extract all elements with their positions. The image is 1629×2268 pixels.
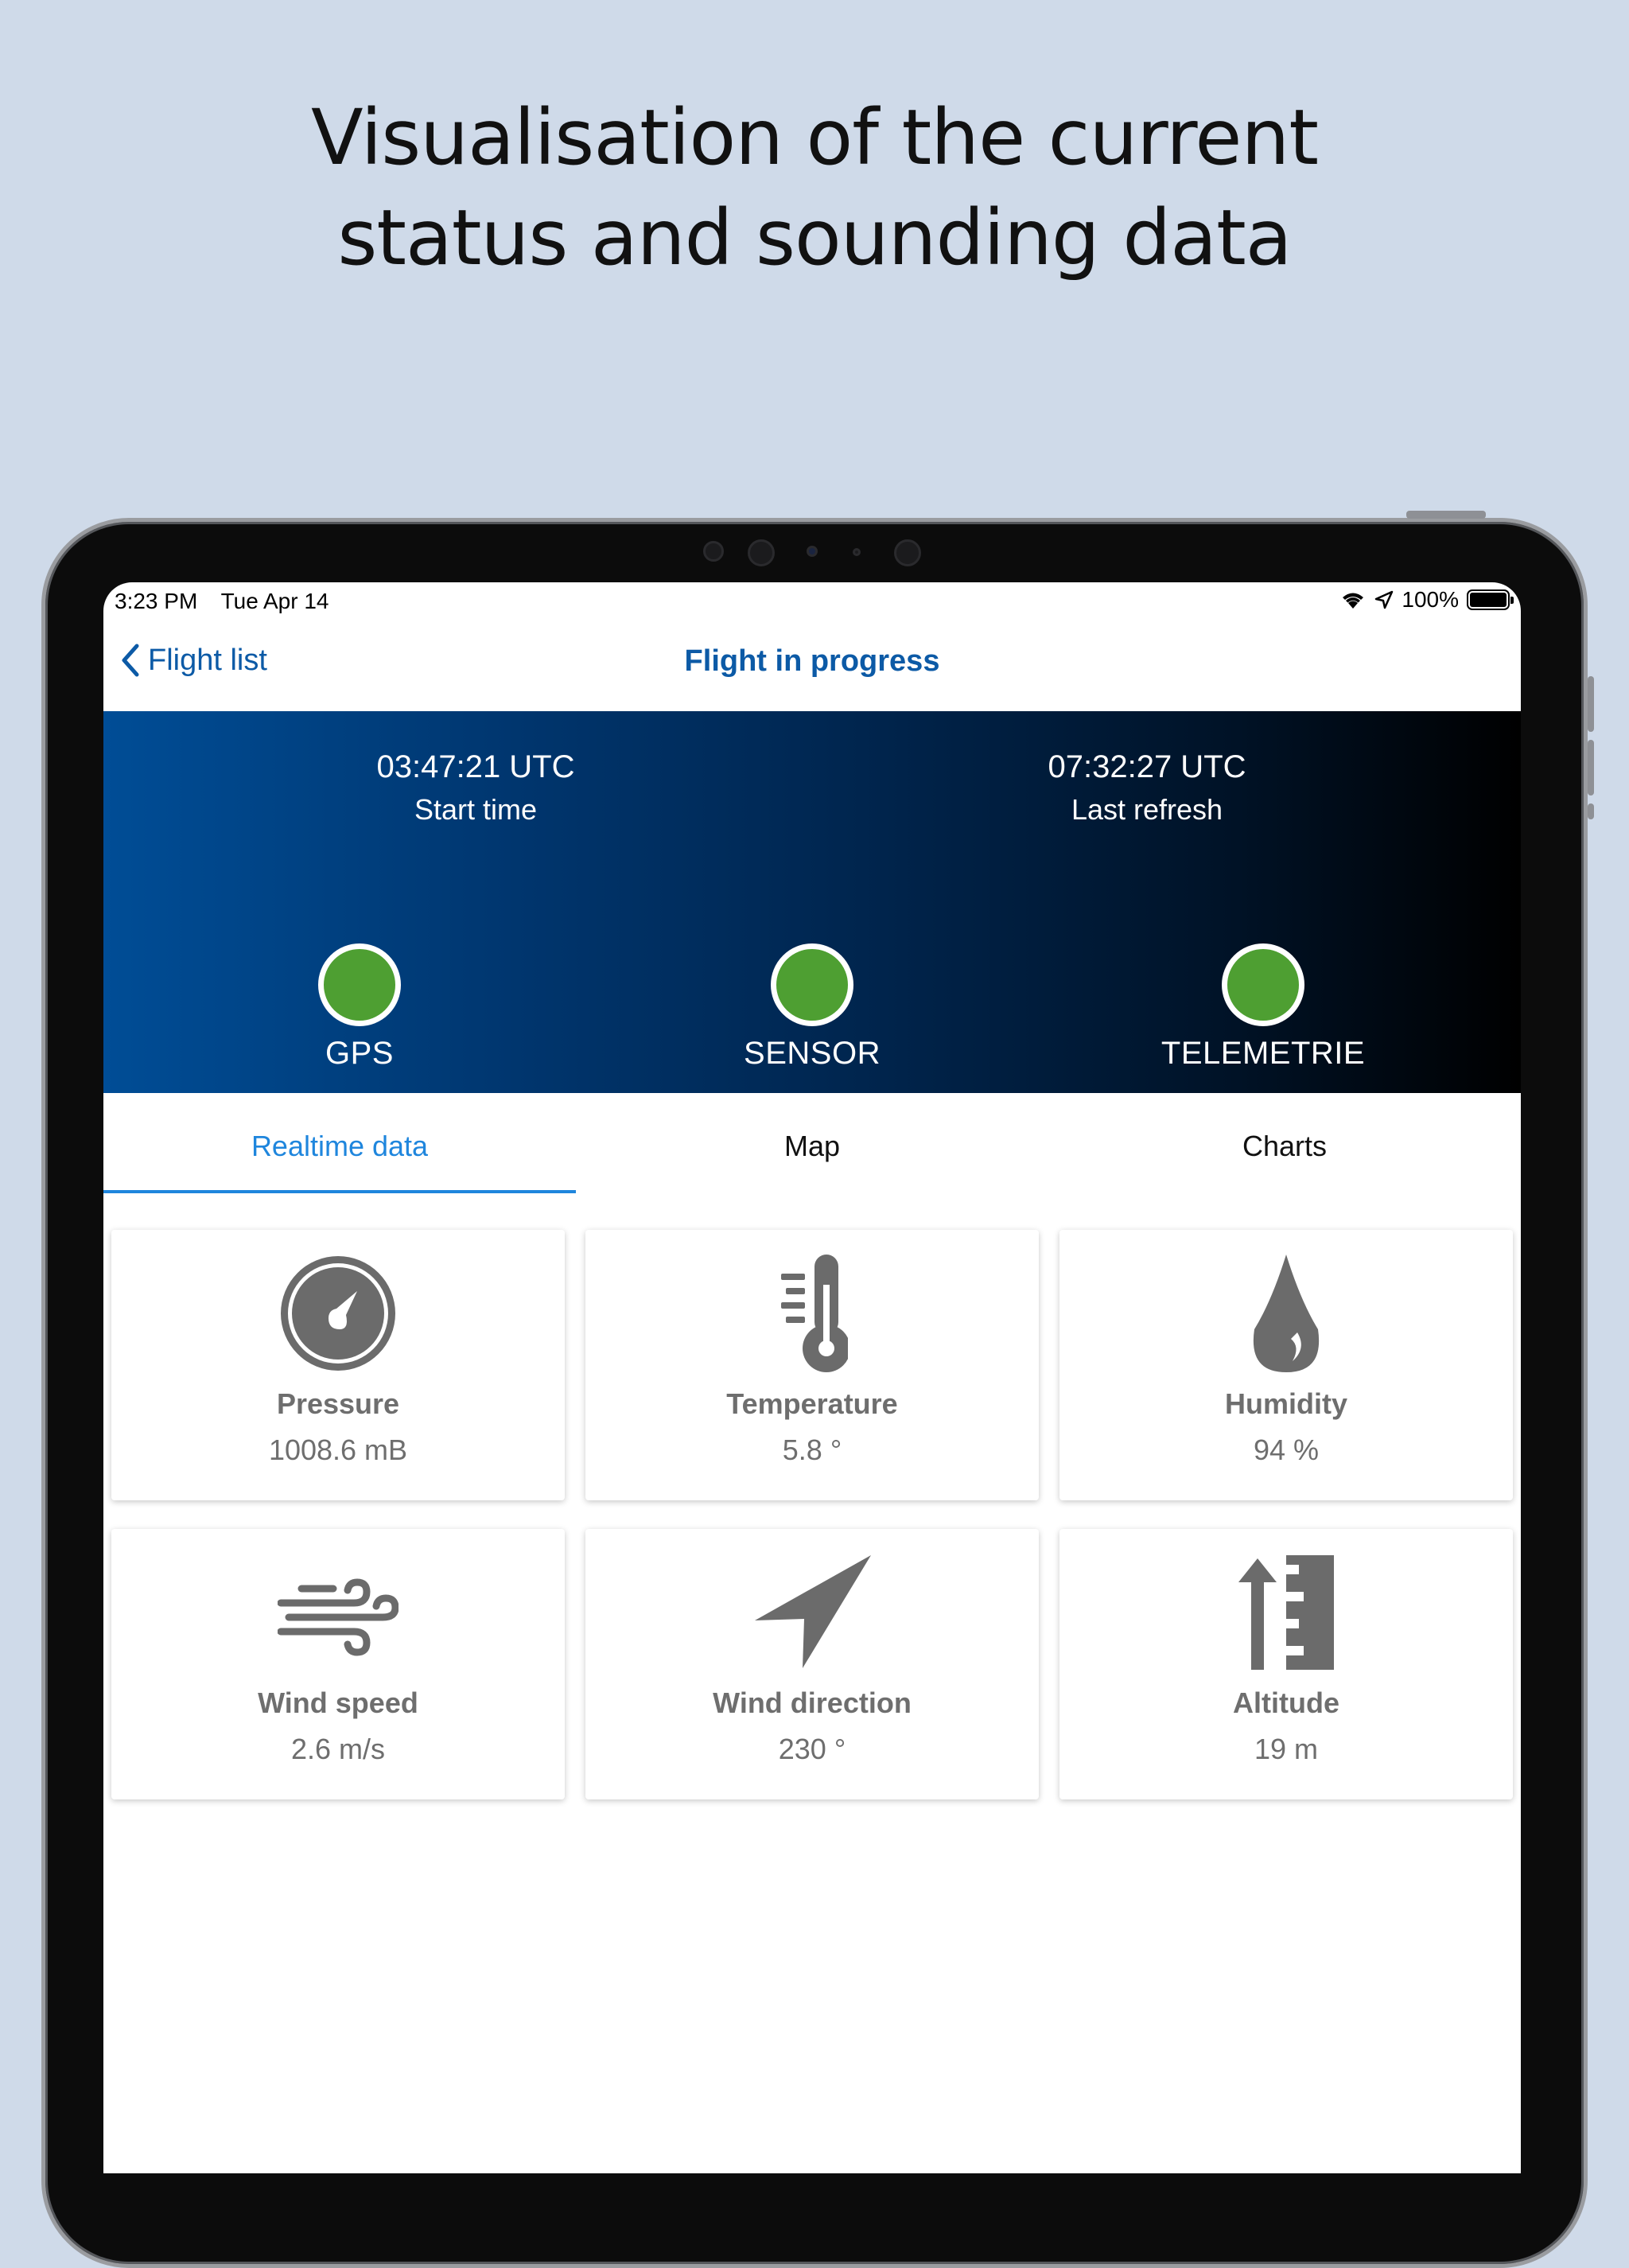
tab-label: Map bbox=[783, 1130, 841, 1162]
wind-direction-card[interactable]: Wind direction 230 ° bbox=[585, 1529, 1039, 1799]
wind-icon bbox=[278, 1578, 399, 1656]
headline-line-1: Visualisation of the current bbox=[311, 93, 1319, 182]
side-button bbox=[1588, 803, 1594, 819]
card-title: Temperature bbox=[726, 1387, 898, 1420]
battery-icon bbox=[1467, 589, 1514, 610]
telemetrie-label: TELEMETRIE bbox=[1161, 1036, 1366, 1071]
sensor-label: SENSOR bbox=[744, 1036, 881, 1071]
navigation-arrow-icon bbox=[755, 1555, 871, 1668]
card-value: 2.6 m/s bbox=[290, 1733, 386, 1765]
gauge-icon bbox=[281, 1256, 395, 1371]
page-title: Flight in progress bbox=[684, 644, 940, 678]
card-value: 5.8 ° bbox=[782, 1434, 842, 1466]
side-button bbox=[1588, 676, 1594, 732]
gps-status-dot bbox=[318, 943, 401, 1026]
start-time-value: 03:47:21 UTC bbox=[376, 749, 575, 784]
card-title: Pressure bbox=[276, 1387, 400, 1420]
gps-indicator: GPS bbox=[200, 943, 519, 1072]
flight-status-banner: 03:47:21 UTC Start time 07:32:27 UTC Las… bbox=[103, 711, 1521, 1093]
last-refresh-block: 07:32:27 UTC Last refresh bbox=[908, 746, 1386, 832]
humidity-card[interactable]: Humidity 94 % bbox=[1059, 1230, 1513, 1500]
active-tab-indicator bbox=[103, 1190, 576, 1193]
tab-label: Realtime data bbox=[251, 1130, 429, 1162]
gps-label: GPS bbox=[325, 1036, 394, 1071]
camera-sensor bbox=[703, 541, 724, 562]
thermometer-icon bbox=[781, 1255, 848, 1372]
altitude-icon bbox=[1238, 1555, 1334, 1670]
last-refresh-label: Last refresh bbox=[1071, 793, 1223, 826]
camera-sensor bbox=[807, 546, 818, 557]
status-time: 3:23 PM bbox=[115, 589, 198, 613]
location-arrow-icon bbox=[1375, 590, 1394, 609]
headline-line-2: status and sounding data bbox=[337, 193, 1292, 282]
tab-charts[interactable]: Charts bbox=[1048, 1093, 1521, 1193]
tab-map[interactable]: Map bbox=[576, 1093, 1048, 1193]
start-time-block: 03:47:21 UTC Start time bbox=[237, 746, 714, 832]
battery-percentage: 100% bbox=[1402, 587, 1459, 612]
droplet-icon bbox=[1253, 1255, 1320, 1372]
camera-sensor bbox=[748, 539, 775, 566]
card-title: Humidity bbox=[1224, 1387, 1347, 1420]
app-screen: 3:23 PM Tue Apr 14 100% Flight list Flig… bbox=[103, 582, 1521, 2173]
last-refresh-value: 07:32:27 UTC bbox=[1048, 749, 1246, 784]
sensor-status-dot bbox=[771, 943, 853, 1026]
tab-bar: Realtime data Map Charts bbox=[103, 1093, 1521, 1193]
card-value: 230 ° bbox=[778, 1733, 846, 1765]
top-button bbox=[1406, 511, 1486, 519]
tab-label: Charts bbox=[1242, 1130, 1328, 1162]
sensor-indicator: SENSOR bbox=[653, 943, 971, 1072]
card-value: 94 % bbox=[1253, 1434, 1320, 1466]
temperature-card[interactable]: Temperature 5.8 ° bbox=[585, 1230, 1039, 1500]
tab-realtime-data[interactable]: Realtime data bbox=[103, 1093, 576, 1193]
pressure-card[interactable]: Pressure 1008.6 mB bbox=[111, 1230, 565, 1500]
telemetrie-indicator: TELEMETRIE bbox=[1104, 943, 1422, 1072]
marketing-headline: Visualisation of the current status and … bbox=[0, 88, 1629, 288]
status-bar: 3:23 PM Tue Apr 14 100% bbox=[103, 582, 1521, 617]
navigation-bar: Flight list Flight in progress bbox=[103, 617, 1521, 711]
wifi-icon bbox=[1343, 593, 1364, 609]
camera-sensor bbox=[894, 539, 921, 566]
camera-sensor bbox=[853, 548, 861, 556]
start-time-label: Start time bbox=[414, 793, 538, 826]
card-title: Altitude bbox=[1233, 1686, 1339, 1719]
telemetrie-status-dot bbox=[1222, 943, 1304, 1026]
wind-speed-card[interactable]: Wind speed 2.6 m/s bbox=[111, 1529, 565, 1799]
altitude-card[interactable]: Altitude 19 m bbox=[1059, 1529, 1513, 1799]
card-value: 1008.6 mB bbox=[268, 1434, 408, 1466]
card-title: Wind direction bbox=[713, 1686, 912, 1719]
card-title: Wind speed bbox=[258, 1686, 418, 1719]
side-button bbox=[1588, 740, 1594, 796]
card-value: 19 m bbox=[1254, 1733, 1319, 1765]
status-date: Tue Apr 14 bbox=[220, 589, 329, 613]
